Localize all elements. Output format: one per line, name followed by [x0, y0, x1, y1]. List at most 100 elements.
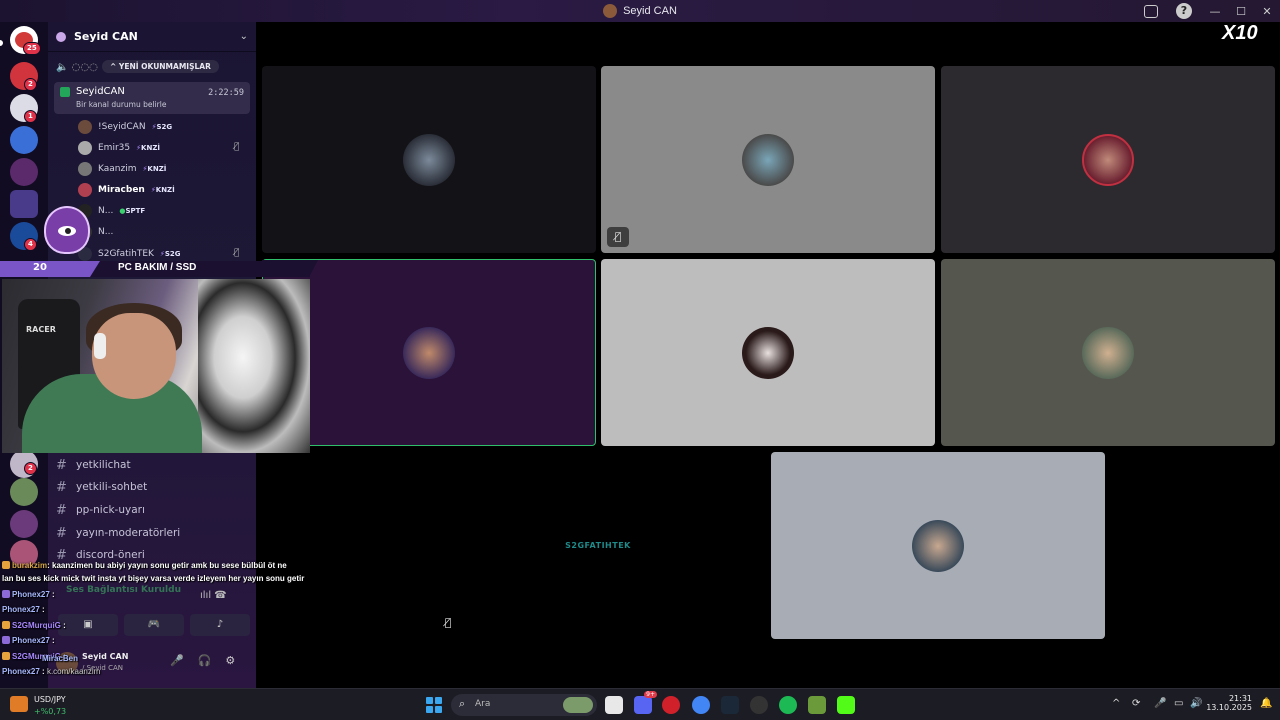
- chrome-icon[interactable]: [692, 696, 710, 714]
- kick-icon[interactable]: [837, 696, 855, 714]
- steam-icon[interactable]: [721, 696, 739, 714]
- help-icon[interactable]: ?: [1176, 3, 1192, 19]
- chat-message: S2GMurquiG :: [2, 621, 66, 630]
- voice-member[interactable]: N... ●SPTF: [78, 203, 145, 219]
- muted-icon: 🎙̸: [234, 142, 240, 152]
- search-highlight-image: [563, 697, 593, 713]
- ticker-title: USD/JPY: [34, 695, 66, 704]
- member-tag: ⚡S2G: [151, 123, 173, 131]
- notification-bell-icon[interactable]: 🔔: [1260, 698, 1272, 709]
- minimize-button[interactable]: —: [1202, 5, 1228, 18]
- microphone-icon[interactable]: 🎤: [1154, 698, 1166, 709]
- hash-icon: #: [56, 479, 67, 495]
- hash-icon: #: [56, 457, 67, 473]
- participant-tile[interactable]: [771, 452, 1105, 639]
- chart-icon: [10, 696, 28, 712]
- chat-message: burakzim: kaanzimen bu abiyi yayın sonu …: [2, 561, 287, 570]
- channel-status[interactable]: Bir kanal durumu belirle: [76, 100, 166, 109]
- chat-message: Phonex27 : k.com/kaanzim: [2, 667, 101, 676]
- member-tag: ⚡KNZİ: [142, 165, 167, 173]
- server-header[interactable]: Seyid CAN ⌄: [48, 22, 256, 52]
- server-badge: 2: [24, 78, 37, 91]
- clock[interactable]: 21:31 13.10.2025: [1206, 694, 1252, 712]
- server-badge: 2: [24, 462, 37, 475]
- window-avatar: [603, 4, 618, 18]
- channel-pp-nick-uyari[interactable]: # pp-nick-uyarı: [56, 501, 145, 519]
- channel-yayin-moderatorleri[interactable]: # yayın-moderatörleri: [56, 524, 180, 542]
- avatar: [78, 162, 92, 176]
- taskbar-search[interactable]: ⌕ Ara: [451, 694, 597, 716]
- voice-member[interactable]: !SeyidCAN ⚡S2G: [78, 119, 172, 135]
- clock-time: 21:31: [1228, 694, 1252, 703]
- member-tag: ⚡S2G: [159, 250, 181, 258]
- rank-bar-fill: [0, 261, 100, 277]
- participant-tile[interactable]: [262, 66, 596, 253]
- voice-member[interactable]: Miracben ⚡KNZİ: [78, 182, 175, 198]
- channel-yetkilichat[interactable]: # yetkilichat: [56, 456, 131, 474]
- participant-tile[interactable]: [601, 259, 935, 446]
- new-unreads-pill[interactable]: ^ YENİ OKUNMAMIŞLAR: [102, 60, 219, 73]
- participant-tile[interactable]: [941, 66, 1275, 253]
- chevron-down-icon[interactable]: ⌄: [240, 31, 248, 42]
- avatar: [403, 133, 455, 186]
- hash-icon: #: [56, 525, 67, 541]
- app-icon[interactable]: [750, 696, 768, 714]
- mascot-logo: [44, 206, 90, 254]
- window-title: Seyid CAN: [623, 5, 677, 17]
- discord-icon[interactable]: 9+: [634, 691, 657, 714]
- participant-tile[interactable]: [941, 259, 1275, 446]
- desktop: Seyid CAN ? — ☐ ✕ 25 2 1 4 2 Seyid CAN ⌄…: [0, 0, 1280, 720]
- windows-start-icon[interactable]: [426, 697, 442, 713]
- volume-icon[interactable]: 🔊: [1190, 698, 1202, 709]
- stream-title: PC BAKIM / SSD: [118, 262, 197, 273]
- watermark-logo: X10: [1222, 22, 1258, 44]
- member-name: Kaanzim: [98, 164, 137, 174]
- voice-member[interactable]: Emir35 ⚡KNZİ: [78, 140, 160, 156]
- tray-chevron-icon[interactable]: ^: [1112, 698, 1120, 709]
- participant-tile-speaking[interactable]: [262, 259, 596, 446]
- server-badge: 1: [24, 110, 37, 123]
- channel-yetkili-sohbet[interactable]: # yetkili-sohbet: [56, 478, 147, 496]
- ticker-value: +%0,73: [34, 707, 67, 716]
- notification-badge: 9+: [644, 691, 657, 698]
- wall-art: [198, 279, 310, 453]
- server-icon-green[interactable]: [10, 478, 38, 506]
- participant-tile[interactable]: S2GFATIHTEK 🎙̸: [431, 452, 765, 639]
- minecraft-icon[interactable]: [808, 696, 826, 714]
- avatar: [742, 326, 794, 379]
- file-explorer-icon[interactable]: [605, 696, 623, 714]
- muted-icon: 🎙̸: [444, 616, 452, 629]
- opera-icon[interactable]: [662, 696, 680, 714]
- title-bar: Seyid CAN ? — ☐ ✕: [0, 0, 1280, 22]
- server-icon-violet[interactable]: [10, 510, 38, 538]
- chat-message: MiracBen: [42, 654, 79, 663]
- server-icon-blue[interactable]: [10, 126, 38, 154]
- channel-name: yayın-moderatörleri: [76, 527, 181, 539]
- speaker-icon: 🔈 ◌◌◌: [56, 62, 98, 73]
- chat-message: Phonex27 :: [2, 636, 55, 645]
- voice-member[interactable]: S2GfatihTEK ⚡S2G: [78, 246, 181, 262]
- network-icon[interactable]: ▭: [1174, 698, 1183, 709]
- member-name: S2GfatihTEK: [98, 249, 154, 259]
- member-name: !SeyidCAN: [98, 122, 146, 132]
- muted-icon: 🎙̸: [234, 248, 240, 258]
- close-button[interactable]: ✕: [1254, 5, 1280, 18]
- voice-channel-active[interactable]: SeyidCAN Bir kanal durumu belirle 2:22:5…: [54, 82, 250, 114]
- participant-name: S2GFATIHTEK: [565, 541, 631, 550]
- voice-member[interactable]: Kaanzim ⚡KNZİ: [78, 161, 166, 177]
- server-icon-active[interactable]: [10, 190, 38, 218]
- sync-icon[interactable]: ⟳: [1132, 698, 1140, 709]
- server-icon-purple[interactable]: [10, 158, 38, 186]
- search-icon: ⌕: [459, 697, 466, 710]
- maximize-button[interactable]: ☐: [1228, 5, 1254, 18]
- spotify-icon[interactable]: [779, 696, 797, 714]
- chat-message: Phonex27 :: [2, 590, 55, 599]
- inbox-icon[interactable]: [1144, 5, 1158, 18]
- server-badge: 4: [24, 238, 37, 251]
- server-boost-icon: [56, 31, 66, 42]
- participant-tile[interactable]: 🎙̸: [601, 66, 935, 253]
- member-name: Emir35: [98, 143, 131, 153]
- avatar: [78, 141, 92, 155]
- avatar: [403, 326, 455, 379]
- avatar: [1082, 326, 1134, 379]
